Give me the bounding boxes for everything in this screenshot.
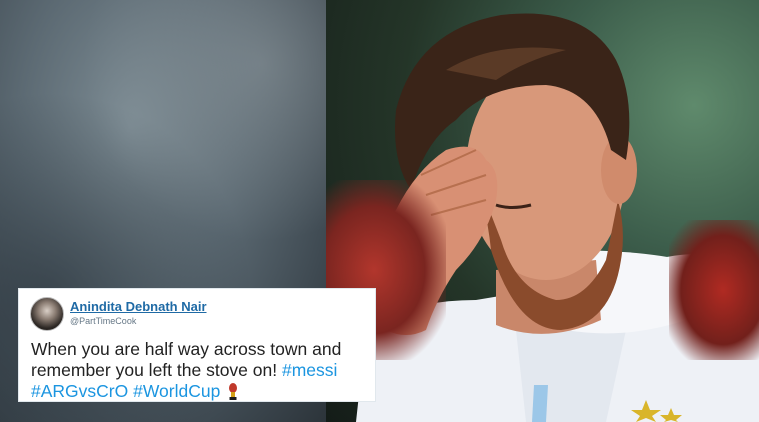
hashtag-argvscro[interactable]: #ARGvsCrO (31, 381, 128, 401)
crowd-blur-red-right (669, 220, 759, 360)
player-photo (326, 0, 759, 422)
trophy-icon (228, 383, 238, 400)
tweet-text-line-1: When you are half way across town and (31, 339, 342, 359)
tweet-author-handle[interactable]: @PartTimeCook (70, 316, 136, 326)
hashtag-worldcup[interactable]: #WorldCup (133, 381, 220, 401)
tweet-card: Anindita Debnath Nair @PartTimeCook When… (18, 288, 376, 402)
hashtag-messi[interactable]: #messi (282, 360, 337, 380)
avatar[interactable] (30, 297, 64, 331)
meme-image: Anindita Debnath Nair @PartTimeCook When… (0, 0, 759, 422)
tweet-text: When you are half way across town and re… (31, 339, 371, 402)
tweet-text-line-2: remember you left the stove on! (31, 360, 282, 380)
tweet-author-name[interactable]: Anindita Debnath Nair (70, 299, 207, 314)
